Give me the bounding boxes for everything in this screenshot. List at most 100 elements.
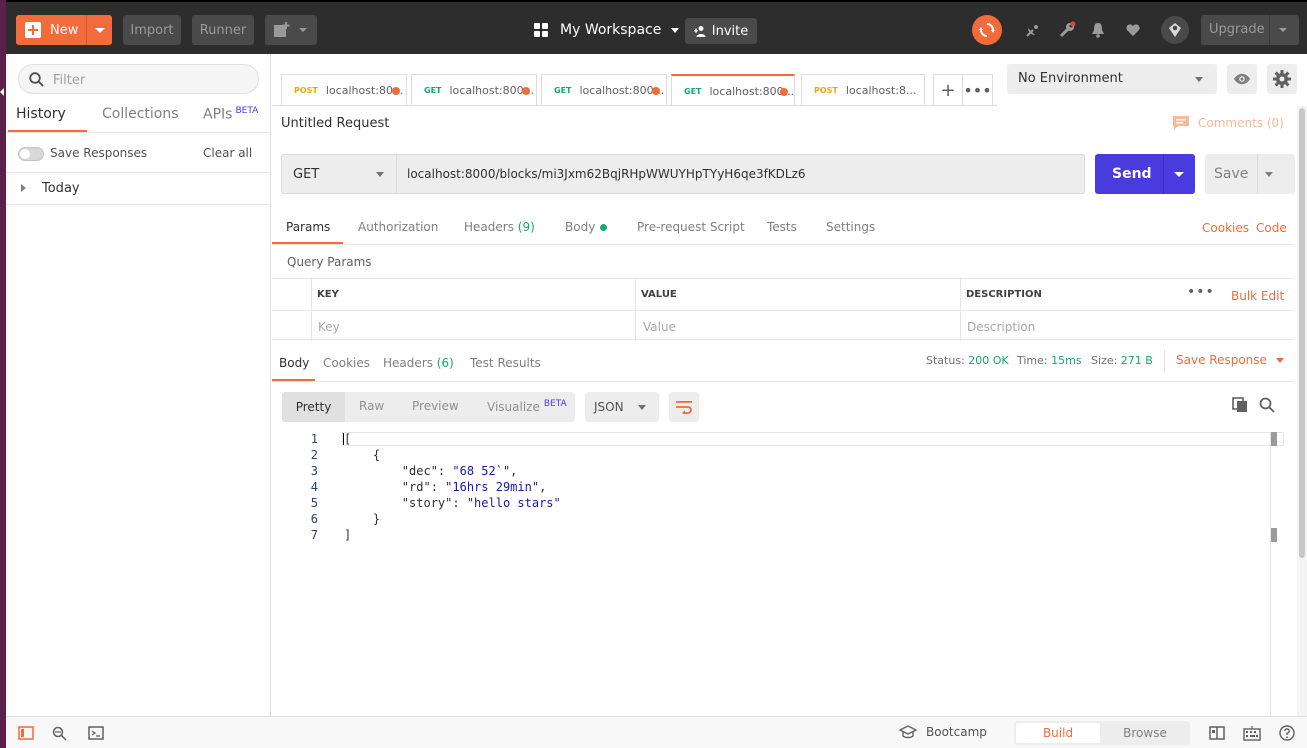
history-group-today[interactable]: Today <box>42 181 80 196</box>
bootcamp-button[interactable]: Bootcamp <box>899 725 987 739</box>
request-tab[interactable]: GET localhost:800... <box>411 74 537 106</box>
description-input[interactable]: Description <box>967 320 1035 334</box>
environment-quick-look-button[interactable] <box>1227 64 1257 94</box>
new-dropdown-chevron-icon[interactable] <box>95 28 105 33</box>
two-pane-view-icon[interactable] <box>1209 725 1225 741</box>
bulk-edit-link[interactable]: Bulk Edit <box>1231 289 1284 303</box>
save-button[interactable]: Save <box>1205 154 1295 194</box>
keyboard-shortcuts-icon[interactable] <box>1243 725 1261 741</box>
view-preview-button[interactable]: Preview <box>412 399 459 413</box>
comments-button[interactable]: Comments (0) <box>1172 115 1284 131</box>
unsaved-dot <box>652 87 660 95</box>
view-raw-button[interactable]: Raw <box>359 399 384 413</box>
upgrade-chevron-icon[interactable] <box>1279 28 1287 32</box>
tab-pre-request-script[interactable]: Pre-request Script <box>637 220 745 234</box>
status-bar: Bootcamp Build Browse <box>6 716 1307 748</box>
tab-response-cookies[interactable]: Cookies <box>323 356 370 370</box>
copy-icon[interactable] <box>1232 397 1248 413</box>
body-indicator-dot <box>600 224 608 231</box>
status-value[interactable]: 200 OK <box>968 354 1008 367</box>
new-window-button[interactable] <box>265 15 317 45</box>
manage-environments-button[interactable] <box>1267 64 1297 94</box>
key-input[interactable]: Key <box>318 320 340 334</box>
filter-input[interactable] <box>53 71 243 89</box>
json-key: "rd" <box>401 480 431 494</box>
tab-settings[interactable]: Settings <box>826 220 875 234</box>
request-tab[interactable]: POST localhost:8... <box>801 74 925 106</box>
wrap-lines-button[interactable] <box>669 392 699 422</box>
editor-scrollbar[interactable] <box>1270 432 1277 716</box>
line-number: 5 <box>310 496 318 510</box>
avatar[interactable] <box>1161 16 1189 44</box>
add-tab-button[interactable]: + <box>933 74 963 106</box>
code-link[interactable]: Code <box>1256 221 1287 235</box>
view-visualize-button[interactable]: Visualize BETA <box>487 399 567 414</box>
send-button[interactable]: Send <box>1095 154 1195 194</box>
code-line: } <box>344 512 381 526</box>
new-button[interactable]: New <box>16 15 112 45</box>
unsaved-dot <box>780 88 788 96</box>
sidebar-toggle-icon[interactable] <box>18 725 34 741</box>
clear-all-button[interactable]: Clear all <box>203 146 252 160</box>
request-title[interactable]: Untitled Request <box>281 116 389 131</box>
tab-history[interactable]: History <box>16 106 66 122</box>
tab-tests[interactable]: Tests <box>767 220 797 234</box>
view-pretty-button[interactable]: Pretty <box>282 392 345 422</box>
console-icon[interactable] <box>88 725 104 741</box>
satellite-icon[interactable] <box>1020 17 1046 43</box>
tab-apis[interactable]: APIs BETA <box>203 106 258 123</box>
build-mode-button[interactable]: Build <box>1016 723 1100 743</box>
import-button[interactable]: Import <box>123 15 181 45</box>
notifications-bell-icon[interactable] <box>1085 17 1111 43</box>
sync-icon[interactable] <box>972 15 1002 45</box>
save-chevron-down-icon[interactable] <box>1265 172 1273 177</box>
tab-body[interactable]: Body <box>565 220 608 234</box>
beta-badge: BETA <box>543 399 567 409</box>
time-value[interactable]: 15ms <box>1051 354 1081 367</box>
browse-mode-button[interactable]: Browse <box>1102 723 1188 743</box>
search-icon[interactable] <box>1259 397 1275 413</box>
gear-icon <box>1273 70 1291 88</box>
status-label: Status: <box>926 354 965 367</box>
view-mode-group: Pretty Raw Preview Visualize BETA <box>282 392 575 422</box>
tab-response-body[interactable]: Body <box>279 356 309 370</box>
save-response-button[interactable]: Save Response <box>1176 353 1284 367</box>
tab-params[interactable]: Params <box>286 220 330 234</box>
response-body-editor[interactable]: 1 [ 2 { 3 "dec": "68 52`", 4 "rd": "16hr… <box>272 432 1294 716</box>
tab-response-headers[interactable]: Headers (6) <box>383 356 454 370</box>
request-tab[interactable]: GET localhost:800... <box>541 74 667 106</box>
request-tab-active[interactable]: GET localhost:800... <box>671 74 795 106</box>
main-scrollbar[interactable] <box>1297 106 1307 716</box>
tab-headers[interactable]: Headers (9) <box>464 220 535 234</box>
line-number: 1 <box>310 432 318 446</box>
workspace-selector[interactable]: My Workspace <box>534 16 680 44</box>
caret-right-icon[interactable] <box>21 184 26 192</box>
environment-select[interactable]: No Environment <box>1007 64 1217 94</box>
method-select[interactable]: GET <box>281 154 397 194</box>
heart-icon[interactable] <box>1120 17 1146 43</box>
invite-button[interactable]: Invite <box>685 18 757 44</box>
url-input[interactable] <box>397 154 1085 194</box>
send-chevron-down-icon[interactable] <box>1174 172 1184 177</box>
settings-wrench-icon[interactable] <box>1054 17 1080 43</box>
cookies-link[interactable]: Cookies <box>1202 221 1249 235</box>
code-punctuation: , <box>510 464 518 478</box>
request-tab[interactable]: POST localhost:80... <box>281 74 407 106</box>
save-responses-toggle[interactable] <box>18 147 44 161</box>
tab-more-button[interactable]: ••• <box>963 74 993 106</box>
line-number: 2 <box>310 448 318 462</box>
runner-button[interactable]: Runner <box>192 15 254 45</box>
help-icon[interactable] <box>1279 725 1295 741</box>
language-select[interactable]: JSON <box>585 392 659 422</box>
find-replace-icon[interactable] <box>51 725 67 741</box>
value-input[interactable]: Value <box>643 320 676 334</box>
table-more-button[interactable]: ••• <box>1187 284 1215 300</box>
tab-authorization[interactable]: Authorization <box>358 220 438 234</box>
size-value[interactable]: 271 B <box>1121 354 1153 367</box>
scrollbar-thumb[interactable] <box>1299 108 1305 558</box>
tab-test-results[interactable]: Test Results <box>470 356 541 370</box>
send-label: Send <box>1112 166 1152 182</box>
tab-collections[interactable]: Collections <box>102 106 179 122</box>
upgrade-button[interactable]: Upgrade <box>1201 15 1299 45</box>
